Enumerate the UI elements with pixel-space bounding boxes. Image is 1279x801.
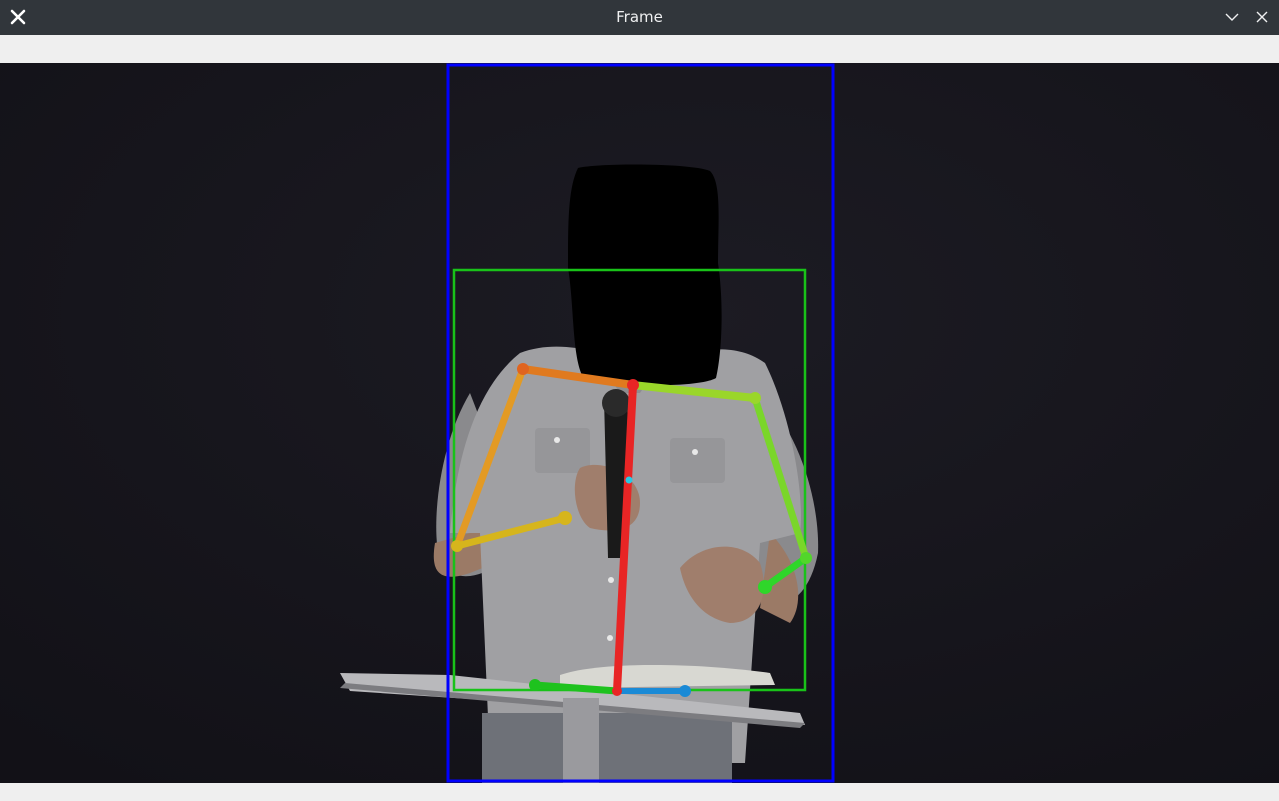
video-frame: [0, 63, 1279, 783]
window-title: Frame: [616, 8, 663, 26]
pose-overlay: [0, 63, 1279, 783]
keypoint-left-hip: [529, 679, 541, 691]
minimize-button[interactable]: [1219, 4, 1245, 30]
keypoint-mid-torso: [625, 476, 633, 484]
keypoint-left-elbow: [451, 540, 463, 552]
keypoint-right-shoulder: [749, 392, 761, 404]
keypoint-right-hip: [679, 685, 691, 697]
keypoint-left-wrist: [558, 511, 572, 525]
keypoint-neck: [627, 379, 639, 391]
status-area: [0, 783, 1279, 801]
face-redaction: [568, 164, 722, 386]
keypoint-mid-hip: [612, 686, 622, 696]
keypoint-right-wrist: [758, 580, 772, 594]
close-icon: [1256, 11, 1268, 23]
chevron-down-icon: [1225, 13, 1239, 21]
toolbar-area: [0, 35, 1279, 63]
window-titlebar: Frame: [0, 0, 1279, 35]
keypoint-right-elbow: [800, 552, 812, 564]
keypoint-left-shoulder: [517, 363, 529, 375]
close-button[interactable]: [1249, 4, 1275, 30]
